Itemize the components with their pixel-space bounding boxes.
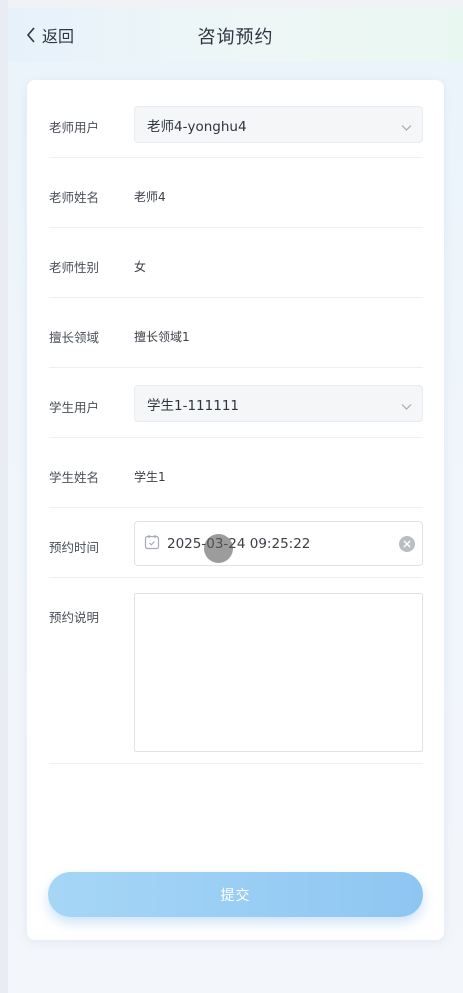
teacher-user-label: 老师用户 — [49, 120, 100, 135]
clear-icon[interactable] — [398, 535, 416, 557]
chevron-down-icon — [401, 399, 412, 415]
submit-button[interactable]: 提交 — [48, 872, 423, 917]
calendar-icon — [144, 534, 160, 554]
student-name-label: 学生姓名 — [49, 470, 100, 485]
teacher-gender-label: 老师性别 — [49, 260, 100, 275]
expertise-label: 擅长领域 — [49, 330, 100, 345]
touch-cursor-indicator — [204, 534, 233, 563]
student-user-value: 学生1-111111 — [147, 397, 239, 414]
appointment-time-row: 预约时间 2025-03-24 09:25:22 — [49, 508, 423, 578]
teacher-name-value: 老师4 — [134, 190, 166, 204]
chevron-down-icon — [401, 120, 412, 136]
student-user-label: 学生用户 — [49, 400, 100, 415]
appointment-time-value: 2025-03-24 09:25:22 — [167, 535, 311, 552]
teacher-user-value: 老师4-yonghu4 — [147, 118, 247, 135]
teacher-name-label: 老师姓名 — [49, 190, 100, 205]
student-name-row: 学生姓名 学生1 — [49, 438, 423, 508]
app-screen: 返回 咨询预约 老师用户 老师4-yonghu4 老师姓名 老师4 老师性别 女 — [0, 0, 463, 993]
appointment-note-row: 预约说明 — [49, 578, 423, 764]
appointment-note-textarea[interactable] — [134, 593, 423, 752]
teacher-gender-row: 老师性别 女 — [49, 228, 423, 298]
teacher-user-row: 老师用户 老师4-yonghu4 — [49, 105, 423, 158]
appointment-note-label: 预约说明 — [49, 610, 100, 625]
student-user-select[interactable]: 学生1-111111 — [134, 385, 423, 422]
student-user-row: 学生用户 学生1-111111 — [49, 368, 423, 438]
appointment-form-card: 老师用户 老师4-yonghu4 老师姓名 老师4 老师性别 女 擅长领域 擅长… — [27, 80, 444, 940]
left-edge — [0, 0, 8, 993]
student-name-value: 学生1 — [134, 470, 166, 484]
appointment-time-picker[interactable]: 2025-03-24 09:25:22 — [134, 521, 423, 566]
teacher-name-row: 老师姓名 老师4 — [49, 158, 423, 228]
teacher-user-select[interactable]: 老师4-yonghu4 — [134, 106, 423, 143]
expertise-value: 擅长领域1 — [134, 330, 190, 344]
teacher-gender-value: 女 — [134, 260, 147, 274]
expertise-row: 擅长领域 擅长领域1 — [49, 298, 423, 368]
top-edge — [0, 0, 463, 8]
header-bar: 返回 咨询预约 — [8, 8, 463, 62]
appointment-time-label: 预约时间 — [49, 540, 100, 555]
page-title: 咨询预约 — [197, 27, 274, 48]
